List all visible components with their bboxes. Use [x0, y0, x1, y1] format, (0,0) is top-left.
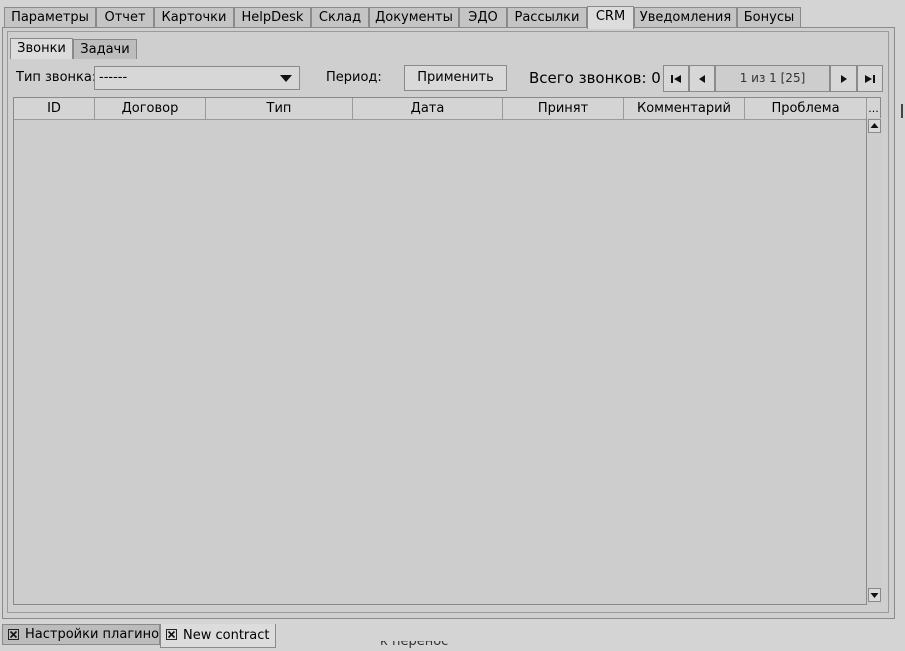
- column-header-date[interactable]: Дата: [353, 98, 503, 120]
- next-page-icon: [840, 74, 847, 83]
- next-page-button[interactable]: [830, 65, 857, 92]
- doc-tab-plugin-settings[interactable]: Настройки плагинов: [2, 624, 167, 645]
- call-type-select[interactable]: ------: [94, 66, 300, 90]
- page-indicator: 1 из 1 [25]: [715, 65, 830, 92]
- doc-tab-label: New contract: [183, 628, 270, 643]
- tab-bonuses[interactable]: Бонусы: [737, 7, 801, 28]
- scroll-up-button[interactable]: [868, 119, 881, 133]
- table-vertical-scrollbar[interactable]: [866, 118, 882, 605]
- close-icon[interactable]: [8, 629, 19, 640]
- period-label: Период:: [326, 70, 382, 85]
- prev-page-icon: [699, 74, 705, 83]
- tab-report[interactable]: Отчет: [96, 7, 154, 28]
- background-window-edge: [901, 104, 905, 118]
- apply-button[interactable]: Применить: [404, 65, 507, 91]
- background-text: к перенос строк: [380, 641, 449, 651]
- column-header-id[interactable]: ID: [14, 98, 95, 120]
- tab-cards[interactable]: Карточки: [154, 7, 234, 28]
- scroll-down-button[interactable]: [868, 588, 881, 602]
- doc-tab-label: Настройки плагинов: [25, 627, 167, 642]
- call-type-value: ------: [99, 70, 128, 85]
- column-header-type[interactable]: Тип: [206, 98, 353, 120]
- tab-calls[interactable]: Звонки: [10, 38, 73, 59]
- tab-parameters[interactable]: Параметры: [4, 7, 96, 28]
- column-header-accepted[interactable]: Принят: [503, 98, 624, 120]
- column-chooser-button[interactable]: ...: [867, 98, 880, 120]
- call-type-label: Тип звонка:: [16, 70, 97, 85]
- calls-table: ID Договор Тип Дата Принят Комментарий П…: [13, 97, 881, 605]
- first-page-icon: [671, 74, 681, 83]
- column-header-problem[interactable]: Проблема: [745, 98, 867, 120]
- tab-notifications[interactable]: Уведомления: [634, 7, 737, 28]
- first-page-button[interactable]: [663, 65, 689, 92]
- scroll-down-icon: [870, 593, 879, 598]
- last-page-button[interactable]: [857, 65, 883, 92]
- chevron-down-icon: [280, 75, 292, 82]
- total-calls: Всего звонков: 0: [529, 69, 661, 87]
- main-tab-bar: Параметры Отчет Карточки HelpDesk Склад …: [4, 6, 904, 29]
- tab-documents[interactable]: Документы: [369, 7, 459, 28]
- last-page-icon: [865, 74, 875, 83]
- tab-tasks[interactable]: Задачи: [73, 39, 137, 59]
- tab-crm[interactable]: CRM: [587, 6, 634, 29]
- column-header-comment[interactable]: Комментарий: [624, 98, 745, 120]
- tab-mailings[interactable]: Рассылки: [507, 7, 587, 28]
- column-header-contract[interactable]: Договор: [95, 98, 206, 120]
- tab-warehouse[interactable]: Склад: [311, 7, 369, 28]
- prev-page-button[interactable]: [689, 65, 715, 92]
- doc-tab-new-contract[interactable]: New contract: [160, 624, 276, 648]
- background-window-fragment: к перенос строк: [350, 641, 490, 651]
- tab-edo[interactable]: ЭДО: [459, 7, 507, 28]
- close-icon[interactable]: [166, 629, 177, 640]
- scroll-up-icon: [870, 123, 879, 128]
- tab-helpdesk[interactable]: HelpDesk: [234, 7, 311, 28]
